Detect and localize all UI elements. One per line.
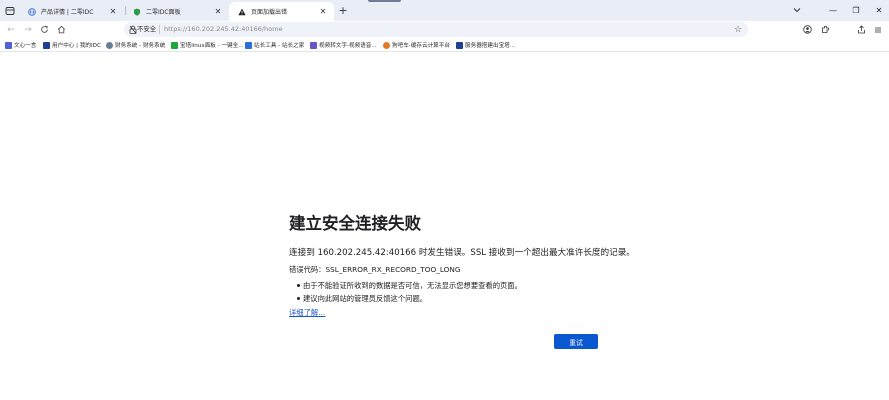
bookmark-star-icon[interactable]: ☆ (732, 23, 744, 36)
tab-title: 二零IDC面板 (146, 9, 181, 16)
bookmark-label: 站长工具 - 站长之家 (254, 43, 305, 49)
tab-product-detail[interactable]: 产品详情 | 二零IDC ✕ (19, 2, 124, 21)
bookmark-label: 狗吧车-缓存云计算平台 (392, 43, 450, 49)
bookmark-bt-panel[interactable]: 宝塔linux面板 - 一键全... (171, 39, 244, 51)
close-window-button[interactable]: ✕ (872, 3, 886, 17)
server-icon (456, 41, 463, 49)
globe-icon (106, 41, 113, 49)
error-advice-list: 由于不能验证所收到的数据是否可信，无法显示您想要查看的页面。 建议向此网站的管理… (289, 279, 522, 305)
video-icon (310, 41, 317, 49)
warning-icon (238, 8, 246, 16)
home-icon[interactable] (55, 23, 67, 36)
tab-actions-icon[interactable] (3, 4, 17, 17)
list-item: 建议向此网站的管理员反馈这个问题。 (289, 292, 522, 305)
url-host: https://160.202.245.42 (164, 25, 239, 33)
close-icon[interactable]: ✕ (213, 7, 223, 17)
bookmark-label: 文心一言 (14, 43, 37, 49)
account-icon[interactable] (801, 23, 813, 36)
url-text[interactable]: https://160.202.245.42:40166/home (164, 22, 283, 37)
address-divider (159, 25, 160, 34)
navigation-toolbar: ← → 不安全 https://160.202.245.42:40166/hom… (0, 21, 889, 38)
bookmark-label: 财务系统 - 财务系统 (115, 43, 166, 49)
idc-icon (43, 41, 50, 49)
bookmark-video-to-text[interactable]: 视频转文字-视频语音... (310, 39, 377, 51)
new-tab-button[interactable]: + (337, 4, 349, 17)
menu-icon[interactable] (872, 23, 884, 36)
error-summary: 连接到 160.202.245.42:40166 时发生错误。SSL 接收到一个… (289, 248, 635, 258)
back-arrow-icon[interactable]: ← (5, 23, 17, 36)
bookmark-label: 宝塔linux面板 - 一键全... (180, 43, 244, 49)
shield-icon (133, 8, 141, 16)
cloud-icon (383, 41, 390, 49)
bt-icon (171, 41, 178, 49)
bookmark-server-setup[interactable]: 服务器搭建出宝塔... (456, 39, 515, 51)
globe-icon (28, 7, 36, 16)
bookmark-label: 视频转文字-视频语音... (319, 43, 377, 49)
bookmark-label: 用户中心 | 我的IDC (52, 43, 101, 49)
tab-strip-indicator (368, 0, 401, 2)
tab-strip: 产品详情 | 二零IDC ✕ 二零IDC面板 ✕ 页面加载出错 ✕ + — ❐ … (0, 0, 889, 21)
bookmark-finance[interactable]: 财务系统 - 财务系统 (106, 39, 165, 51)
error-title: 建立安全连接失败 (289, 214, 421, 233)
bookmark-cloud-platform[interactable]: 狗吧车-缓存云计算平台 (383, 39, 450, 51)
error-code: 错误代码：SSL_ERROR_RX_RECORD_TOO_LONG (289, 265, 461, 274)
tab-title: 页面加载出错 (251, 9, 288, 16)
bookmark-label: 服务器搭建出宝塔... (465, 43, 516, 49)
maximize-button[interactable]: ❐ (849, 3, 863, 17)
url-path: :40166/home (239, 25, 283, 33)
extensions-icon[interactable] (819, 23, 831, 36)
close-icon[interactable]: ✕ (108, 7, 118, 17)
bookmark-user-center[interactable]: 用户中心 | 我的IDC (43, 39, 101, 51)
tab-list-chevron-icon[interactable] (790, 3, 804, 17)
bookmarks-bar: 文心一言 用户中心 | 我的IDC 财务系统 - 财务系统 宝塔linux面板 … (0, 38, 889, 52)
wenxin-icon (5, 41, 12, 49)
security-status-label[interactable]: 不安全 (137, 22, 156, 37)
minimize-button[interactable]: — (826, 3, 840, 17)
address-bar[interactable]: 不安全 https://160.202.245.42:40166/home ☆ (124, 22, 748, 37)
chinaz-icon (245, 41, 252, 49)
tab-page-load-error[interactable]: 页面加载出错 ✕ (229, 2, 334, 21)
tab-idc-panel[interactable]: 二零IDC面板 ✕ (124, 2, 229, 21)
learn-more-link[interactable]: 详细了解… (289, 308, 325, 318)
bookmark-wenxin[interactable]: 文心一言 (5, 39, 36, 51)
bookmark-chinaz[interactable]: 站长工具 - 站长之家 (245, 39, 304, 51)
reload-icon[interactable] (38, 23, 50, 36)
retry-button[interactable]: 重试 (554, 334, 598, 349)
share-icon[interactable] (855, 23, 867, 36)
tab-title: 产品详情 | 二零IDC (41, 9, 94, 16)
forward-arrow-icon[interactable]: → (22, 23, 34, 36)
close-icon[interactable]: ✕ (318, 7, 328, 17)
list-item: 由于不能验证所收到的数据是否可信，无法显示您想要查看的页面。 (289, 279, 522, 292)
